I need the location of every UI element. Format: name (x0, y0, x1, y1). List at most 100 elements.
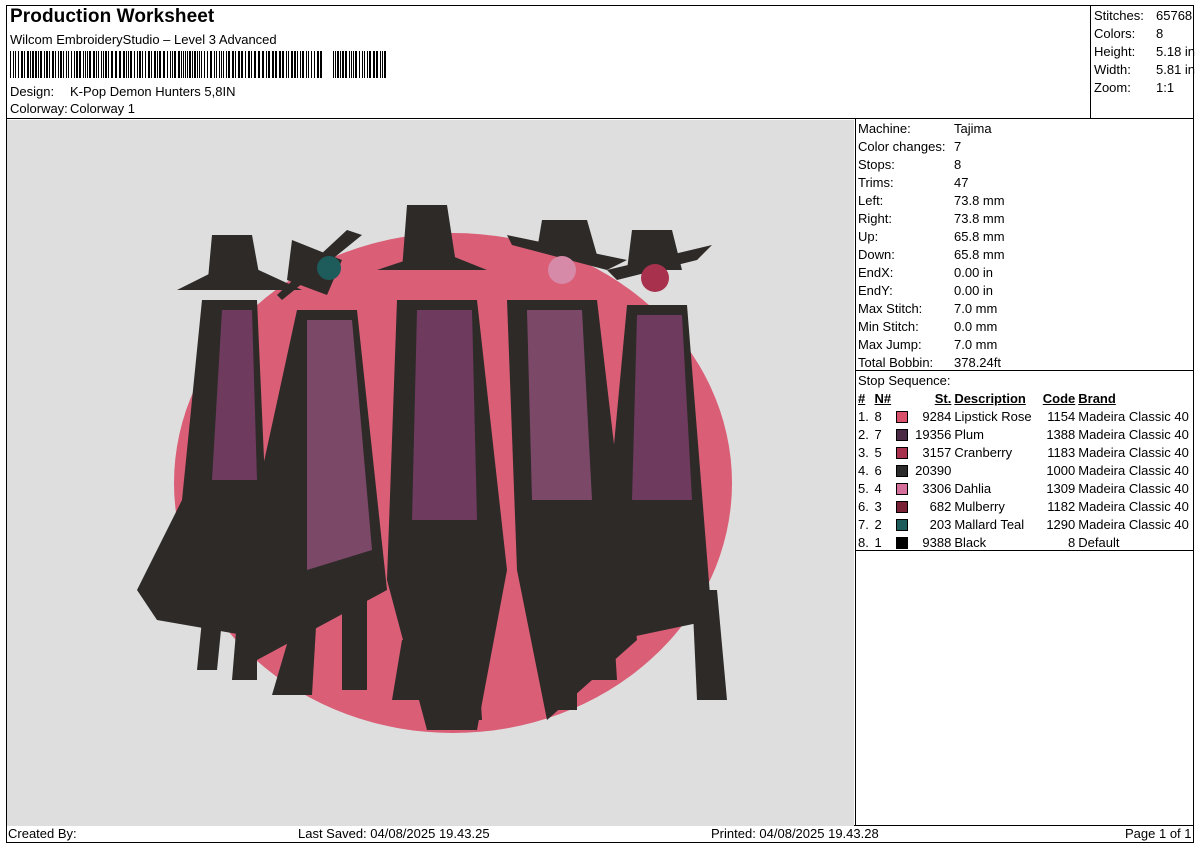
barcode-bar (333, 51, 334, 78)
color-swatch-cell (896, 408, 910, 426)
row-stitches: 9388 (922, 535, 952, 550)
color-swatch-cell (896, 534, 910, 552)
barcode-bar (58, 51, 59, 78)
barcode-bar (148, 51, 150, 78)
param-row: Stops: 8 (858, 156, 1005, 174)
summary-label: Zoom: (1094, 80, 1131, 95)
barcode-bar (288, 51, 289, 78)
color-swatch-cell (896, 480, 910, 498)
row-brand: Madeira Classic 40 (1078, 517, 1189, 532)
row-brand: Madeira Classic 40 (1078, 463, 1189, 478)
param-value: 7.0 mm (954, 337, 998, 352)
barcode-bar (226, 51, 227, 78)
row-needle: 1 (874, 535, 882, 550)
param-label: Up: (858, 229, 879, 244)
barcode-bar (286, 51, 287, 78)
row-index: 6. (858, 499, 869, 514)
summary-label: Stitches: (1094, 8, 1144, 23)
barcode-bar (83, 51, 84, 78)
barcode-bar (314, 51, 315, 78)
design-preview (7, 120, 854, 826)
barcode-bar (355, 51, 357, 78)
barcode-bar (221, 51, 222, 78)
barcode-bar (101, 51, 102, 78)
barcode-bar (15, 51, 16, 78)
row-code: 1290 (1046, 517, 1076, 532)
barcode-bar (145, 51, 146, 78)
row-code: 1154 (1047, 409, 1076, 424)
col-needle: N# (874, 391, 892, 406)
param-row: Down: 65.8 mm (858, 246, 1005, 264)
design-value: K-Pop Demon Hunters 5,8IN (70, 84, 236, 99)
param-row: Max Stitch: 7.0 mm (858, 300, 1005, 318)
row-index: 8. (858, 535, 869, 550)
row-brand: Madeira Classic 40 (1078, 409, 1189, 424)
col-stitches: St. (934, 391, 952, 406)
barcode-bar (262, 51, 264, 78)
row-stitches: 19356 (915, 427, 952, 442)
param-label: EndY: (858, 283, 893, 298)
row-index: 5. (858, 481, 869, 496)
param-row: Min Stitch: 0.0 mm (858, 318, 1005, 336)
barcode-bar (199, 51, 200, 78)
header-divider (6, 118, 1194, 119)
param-value: 65.8 mm (954, 229, 1005, 244)
barcode-bar (163, 51, 165, 78)
barcode-bar (38, 51, 39, 78)
param-label: EndX: (858, 265, 894, 280)
barcode-bar (172, 51, 173, 78)
row-stitches: 9284 (922, 409, 952, 424)
barcode-bar (74, 51, 75, 78)
param-value: Tajima (954, 121, 992, 136)
row-stitches: 3306 (922, 481, 952, 496)
param-value: 0.00 in (954, 265, 994, 280)
row-stitches: 203 (929, 517, 952, 532)
barcode-bar (115, 51, 117, 78)
color-swatch-cell (896, 462, 910, 480)
barcode-bar (68, 51, 69, 78)
param-row: Up: 65.8 mm (858, 228, 1005, 246)
barcode-bar (181, 51, 182, 78)
param-row: Left: 73.8 mm (858, 192, 1005, 210)
barcode-bar (254, 51, 256, 78)
barcode-bar (119, 51, 121, 78)
row-needle: 7 (874, 427, 882, 442)
barcode-bar (382, 51, 383, 78)
barcode-bar (66, 51, 67, 78)
col-brand: Brand (1078, 391, 1116, 406)
summary-label: Height: (1094, 44, 1136, 59)
barcode-bar (52, 51, 54, 78)
design-row: Design: K-Pop Demon Hunters 5,8IN (10, 84, 235, 99)
param-label: Color changes: (858, 139, 946, 154)
param-value: 73.8 mm (954, 211, 1005, 226)
row-description: Lipstick Rose (954, 409, 1032, 424)
param-label: Trims: (858, 175, 894, 190)
param-label: Right: (858, 211, 892, 226)
barcode-bar (238, 51, 240, 78)
table-row: 6. 3 682 Mulberry 1182 Madeira Classic 40 (858, 498, 1192, 516)
table-row: 2. 7 19356 Plum 1388 Madeira Classic 40 (858, 426, 1192, 444)
barcode-bar (139, 51, 141, 78)
barcode-bar (108, 51, 109, 78)
row-code: 8 (1068, 535, 1076, 550)
barcode-bar (369, 51, 371, 78)
row-brand: Madeira Classic 40 (1078, 427, 1189, 442)
summary-row: Width: 5.81 in (1094, 61, 1196, 79)
color-swatch-cell (896, 444, 910, 462)
summary-value: 5.18 in (1156, 44, 1196, 59)
table-row: 4. 6 20390 1000 Madeira Classic 40 (858, 462, 1192, 480)
last-saved: Last Saved: 04/08/2025 19.43.25 (298, 826, 490, 841)
color-swatch (896, 464, 908, 477)
barcode-bar (46, 51, 48, 78)
barcode-bar (30, 51, 31, 78)
barcode-bar (248, 51, 250, 78)
param-row: EndX: 0.00 in (858, 264, 1005, 282)
barcode-bar (130, 51, 132, 78)
barcode-bar (93, 51, 95, 78)
param-row: Trims: 47 (858, 174, 1005, 192)
param-row: EndY: 0.00 in (858, 282, 1005, 300)
barcode-bar (251, 51, 252, 78)
barcode-bar (32, 51, 34, 78)
barcode-bar (268, 51, 270, 78)
barcode-bar (71, 51, 72, 78)
